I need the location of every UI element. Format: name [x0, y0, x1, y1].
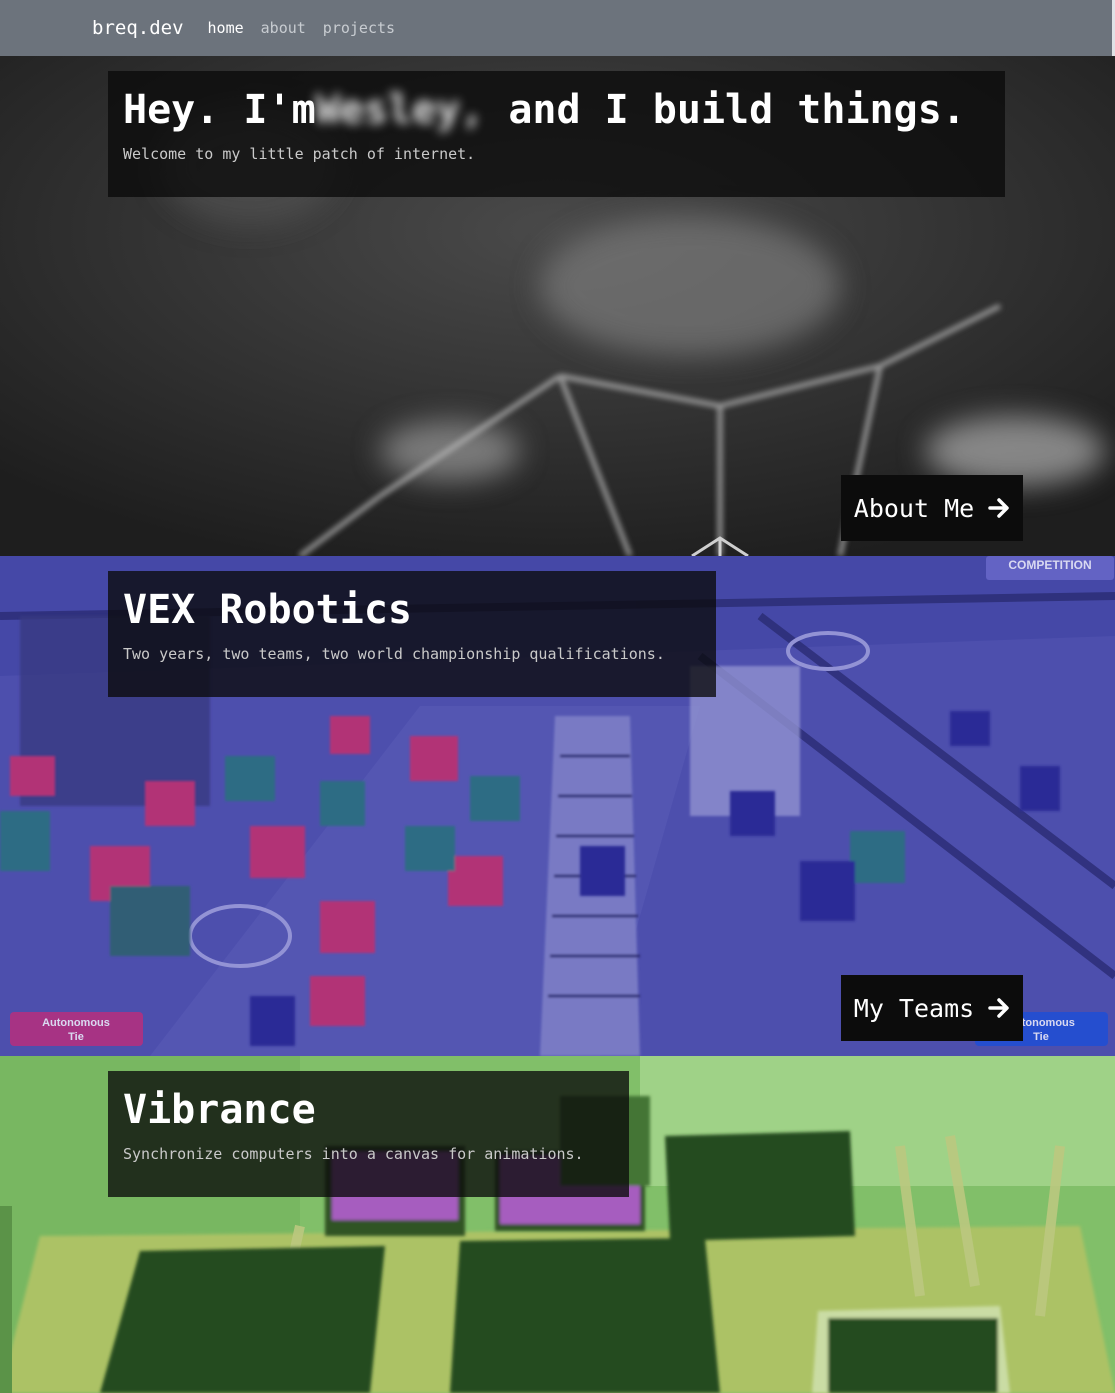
hero-title-name-blurred: Wesley,: [315, 87, 485, 133]
arrow-right-icon: [988, 998, 1009, 1018]
about-me-button[interactable]: About Me: [841, 475, 1023, 541]
nav-link-projects[interactable]: projects: [323, 19, 395, 37]
my-teams-button-label: My Teams: [853, 993, 975, 1023]
arrow-right-icon: [988, 498, 1009, 518]
hero-title-suffix: and I build things.: [484, 87, 966, 133]
vibrance-title: Vibrance: [123, 1087, 316, 1133]
hero-title-prefix: Hey. I'm: [123, 87, 316, 133]
vibrance-section: Vibrance Synchronize computers into a ca…: [0, 1056, 1115, 1393]
vibrance-title-card: Vibrance Synchronize computers into a ca…: [108, 1071, 629, 1197]
hero-section: Hey. I'mWesley, and I build things. Welc…: [0, 56, 1115, 556]
navbar: breq.dev home about projects: [0, 0, 1115, 56]
hero-title: Hey. I'mWesley, and I build things.: [123, 85, 990, 135]
vex-title-card: VEX Robotics Two years, two teams, two w…: [108, 571, 716, 697]
hero-title-card: Hey. I'mWesley, and I build things. Welc…: [108, 71, 1005, 197]
brand-link[interactable]: breq.dev: [92, 17, 184, 39]
vibrance-subtitle: Synchronize computers into a canvas for …: [123, 1145, 584, 1163]
nav-link-home[interactable]: home: [208, 19, 244, 37]
about-me-button-label: About Me: [853, 493, 975, 523]
vex-robotics-section: COMPETITION Autonomous Tie Autonomous Ti…: [0, 556, 1115, 1056]
hero-subtitle: Welcome to my little patch of internet.: [123, 145, 476, 163]
my-teams-button[interactable]: My Teams: [841, 975, 1023, 1041]
vex-title: VEX Robotics: [123, 587, 412, 633]
nav-link-about[interactable]: about: [261, 19, 306, 37]
vex-subtitle: Two years, two teams, two world champion…: [123, 645, 665, 663]
